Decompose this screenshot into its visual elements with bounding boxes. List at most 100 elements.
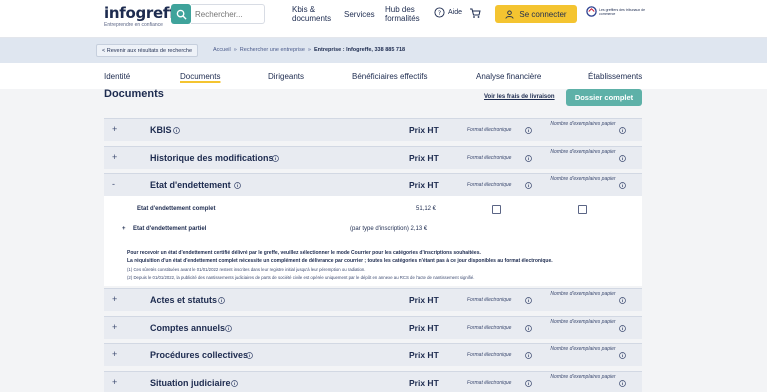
search-button[interactable] [171,4,191,24]
section-comptes-annuels[interactable]: + Comptes annuels Prix HT Format électro… [104,316,642,339]
price-header: Prix HT [409,295,439,305]
section-actes-statuts[interactable]: + Actes et statuts Prix HT Format électr… [104,288,642,311]
section-etat-endettement[interactable]: - Etat d'endettement Prix HT Format élec… [104,173,642,196]
info-icon[interactable] [525,380,532,387]
info-icon[interactable] [525,127,532,134]
tab-dirigeants[interactable]: Dirigeants [268,72,304,81]
footnote: (1) Ces sûretés constituées avant le 01/… [127,267,366,272]
greffiers-logo[interactable]: Les greffiers des tribunaux de commerce [586,6,654,17]
section-situation-judiciaire[interactable]: + Situation judiciaire Prix HT Format él… [104,371,642,392]
tab-identite[interactable]: Identité [104,72,130,81]
info-icon[interactable] [246,352,253,359]
connect-button[interactable]: Se connecter [495,5,577,23]
section-procedures-collectives[interactable]: + Procédures collectives Prix HT Format … [104,343,642,366]
price-header: Prix HT [409,378,439,388]
breadcrumb-current: Entreprise : Infogreffe, 338 885 718 [313,47,406,53]
breadcrumb-separator: » [233,47,237,53]
nav-kbis-documents[interactable]: Kbis & documents [292,5,331,23]
breadcrumb-home[interactable]: Accueil [213,47,231,53]
footnote: (2) Depuis le 01/01/2022, la publicité d… [127,275,475,280]
nav-hub-line2: formalités [385,14,420,23]
section-title: Etat d'endettement [150,180,231,190]
info-icon[interactable] [619,380,626,387]
complete-price: 51,12 € [416,206,437,212]
copies-header: Nombre d'exemplaires papier [550,176,616,182]
search-input[interactable] [191,4,265,24]
copies-header: Nombre d'exemplaires papier [550,291,616,297]
copies-header: Nombre d'exemplaires papier [550,374,616,380]
nav-hub-line1: Hub des [385,5,415,14]
expand-toggle[interactable]: + [112,349,117,359]
tab-beneficiaires[interactable]: Bénéficiaires effectifs [352,72,427,81]
info-icon[interactable] [225,325,232,332]
endettement-note: La réquisition d'un état d'endettement c… [127,258,553,264]
nav-kbis-line1: Kbis & [292,5,316,14]
breadcrumb: Accueil » Rechercher une entreprise » En… [213,47,405,53]
complete-label: Etat d'endettement complet [137,206,216,212]
info-icon[interactable] [231,380,238,387]
dossier-complet-button[interactable]: Dossier complet [566,89,642,106]
help-label: Aide [448,9,463,16]
partial-toggle[interactable]: + [122,226,126,232]
expand-toggle[interactable]: + [112,377,117,387]
price-header: Prix HT [409,180,439,190]
copies-header: Nombre d'exemplaires papier [550,346,616,352]
info-icon[interactable] [272,155,279,162]
collapse-toggle[interactable]: - [112,179,115,189]
section-title: KBIS [150,125,172,135]
greffiers-text: Les greffiers des tribunaux de commerce [599,7,646,16]
nav-hub-formalites[interactable]: Hub des formalités [385,5,420,23]
expand-toggle[interactable]: + [112,322,117,332]
partial-label[interactable]: Etat d'endettement partiel [133,226,206,232]
endettement-note: Pour recevoir un état d'endettement cert… [127,250,481,256]
page-title: Documents [104,88,164,100]
tab-analyse-financiere[interactable]: Analyse financière [476,72,541,81]
info-icon[interactable] [525,155,532,162]
format-header: Format électronique [467,127,512,133]
section-title: Comptes annuels [150,323,226,333]
info-icon[interactable] [525,352,532,359]
delivery-fees-link[interactable]: Voir les frais de livraison [484,94,555,100]
help-link[interactable]: ? Aide [434,7,462,18]
cart-button[interactable] [469,6,481,24]
cart-icon [470,8,481,18]
complete-paper-checkbox[interactable] [578,205,587,214]
info-icon[interactable] [234,182,241,189]
info-icon[interactable] [173,127,180,134]
format-header: Format électronique [467,352,512,358]
info-icon[interactable] [525,182,532,189]
expand-toggle[interactable]: + [112,294,117,304]
info-icon[interactable] [525,325,532,332]
section-title: Situation judiciaire [150,378,231,388]
info-icon[interactable] [619,297,626,304]
info-icon[interactable] [218,297,225,304]
copies-header: Nombre d'exemplaires papier [550,149,616,155]
info-icon[interactable] [619,155,626,162]
complete-electronic-checkbox[interactable] [492,205,501,214]
price-header: Prix HT [409,350,439,360]
section-historique[interactable]: + Historique des modifications Prix HT F… [104,146,642,169]
info-icon[interactable] [619,127,626,134]
tab-documents[interactable]: Documents [180,72,220,81]
info-icon[interactable] [619,352,626,359]
price-header: Prix HT [409,323,439,333]
copies-header: Nombre d'exemplaires papier [550,319,616,325]
price-header: Prix HT [409,153,439,163]
section-kbis[interactable]: + KBIS Prix HT Format électronique Nombr… [104,118,642,141]
svg-text:?: ? [438,9,441,17]
nav-kbis-line2: documents [292,14,332,23]
section-title: Procédures collectives [150,350,249,360]
format-header: Format électronique [467,182,512,188]
back-to-results-button[interactable]: < Revenir aux résultats de recherche [96,44,199,57]
nav-services[interactable]: Services [344,10,375,19]
info-icon[interactable] [619,182,626,189]
tab-etablissements[interactable]: Établissements [588,72,642,81]
breadcrumb-search[interactable]: Rechercher une entreprise [240,47,305,53]
help-icon: ? [434,7,445,18]
expand-toggle[interactable]: + [112,152,117,162]
copies-header: Nombre d'exemplaires papier [550,121,616,127]
expand-toggle[interactable]: + [112,124,117,134]
info-icon[interactable] [619,325,626,332]
info-icon[interactable] [525,297,532,304]
endettement-details: Etat d'endettement complet 51,12 € + Eta… [104,196,642,286]
